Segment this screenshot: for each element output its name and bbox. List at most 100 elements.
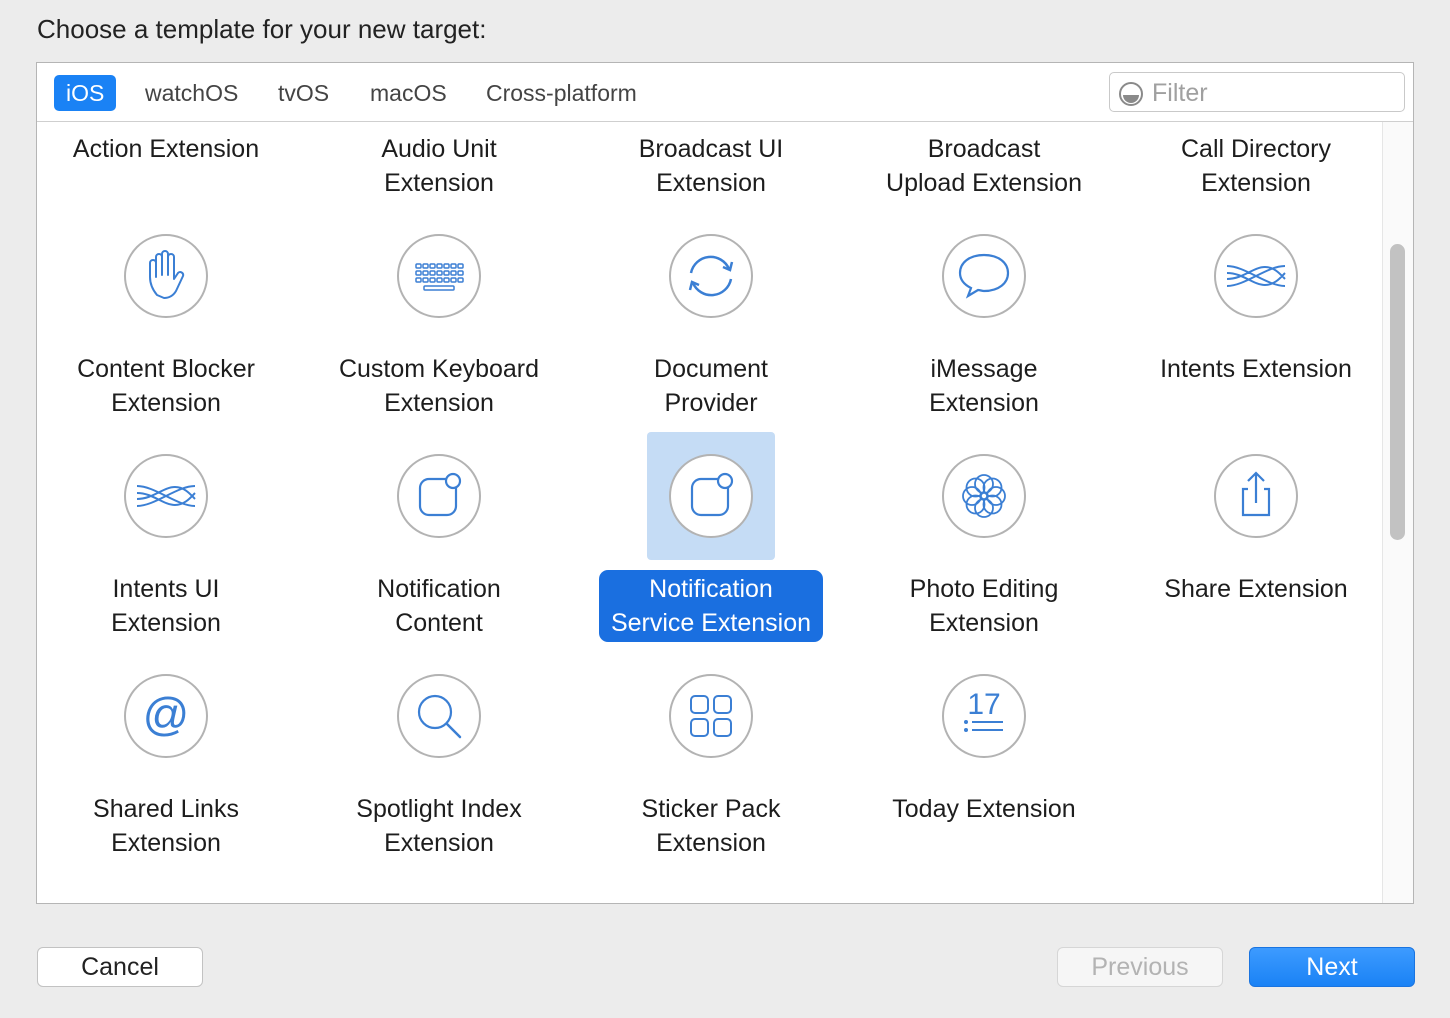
template-label-line-1: Shared Links bbox=[93, 795, 239, 823]
next-button[interactable]: Next bbox=[1249, 947, 1415, 987]
cancel-button[interactable]: Cancel bbox=[37, 947, 203, 987]
intents-wave-icon bbox=[1213, 233, 1299, 319]
tab-macos[interactable]: macOS bbox=[358, 75, 459, 111]
dialog-prompt: Choose a template for your new target: bbox=[37, 14, 487, 44]
template-icon-tile bbox=[1192, 212, 1320, 340]
sync-arrows-icon bbox=[668, 233, 754, 319]
filter-input[interactable] bbox=[1150, 77, 1394, 109]
at-sign-icon: @ bbox=[123, 673, 209, 759]
template-label: Today Extension bbox=[854, 790, 1114, 828]
template-item[interactable]: 17 Today Extension bbox=[854, 652, 1114, 872]
speech-bubble-icon bbox=[941, 233, 1027, 319]
template-label-text: Spotlight Index Extension bbox=[344, 790, 533, 862]
template-item[interactable]: iMessage Extension bbox=[854, 212, 1114, 432]
svg-text:@: @ bbox=[143, 688, 190, 740]
template-item[interactable]: Photo Editing Extension bbox=[854, 432, 1114, 652]
vertical-scrollbar[interactable] bbox=[1382, 122, 1413, 903]
template-label: iMessage Extension bbox=[854, 350, 1114, 422]
tab-ios[interactable]: iOS bbox=[54, 75, 117, 111]
template-item[interactable]: Notification Service Extension bbox=[581, 432, 841, 652]
template-label-line-2: Extension bbox=[111, 389, 221, 417]
template-item[interactable]: Call Directory Extension bbox=[1126, 122, 1383, 212]
template-label-text: Notification Content bbox=[365, 570, 513, 642]
template-label-line-1: Share Extension bbox=[1164, 575, 1348, 603]
tab-watchos[interactable]: watchOS bbox=[133, 75, 250, 111]
template-icon-tile bbox=[1192, 432, 1320, 560]
template-label-text: iMessage Extension bbox=[917, 350, 1051, 422]
template-label: Shared Links Extension bbox=[37, 790, 296, 862]
template-label-line-1: Content Blocker bbox=[77, 355, 255, 383]
template-icon-tile: @ bbox=[102, 652, 230, 780]
magnifier-icon bbox=[396, 673, 482, 759]
template-label-text: Broadcast UI Extension bbox=[627, 130, 796, 202]
template-icon-tile: 17 bbox=[920, 652, 1048, 780]
template-item[interactable]: Document Provider bbox=[581, 212, 841, 432]
template-label-text: Sticker Pack Extension bbox=[630, 790, 793, 862]
template-icon-tile bbox=[375, 212, 503, 340]
template-label-line-1: Audio Unit bbox=[381, 135, 497, 163]
template-label-line-2: Extension bbox=[656, 829, 766, 857]
template-label-line-2: Service Extension bbox=[610, 609, 812, 637]
template-item[interactable]: Custom Keyboard Extension bbox=[309, 212, 569, 432]
template-label-line-2: Extension bbox=[929, 389, 1039, 417]
notification-icon bbox=[668, 453, 754, 539]
template-icon-tile bbox=[647, 212, 775, 340]
template-label: Content Blocker Extension bbox=[37, 350, 296, 422]
template-label-line-1: Notification bbox=[377, 575, 501, 603]
template-label-text: Broadcast Upload Extension bbox=[874, 130, 1094, 202]
template-label-text: Intents Extension bbox=[1148, 350, 1364, 388]
template-label-line-2: Content bbox=[395, 609, 483, 637]
template-icon-tile bbox=[647, 652, 775, 780]
template-label-text: Share Extension bbox=[1152, 570, 1359, 608]
template-label-line-2: Extension bbox=[656, 169, 766, 197]
template-label: Action Extension bbox=[37, 130, 296, 168]
filter-field[interactable] bbox=[1109, 72, 1405, 112]
template-panel: iOS watchOS tvOS macOS Cross-platform Fi… bbox=[36, 62, 1414, 904]
template-icon-tile bbox=[102, 212, 230, 340]
template-grid: Action Extension Audio Unit Extension Br… bbox=[37, 122, 1383, 903]
template-item[interactable]: Spotlight Index Extension bbox=[309, 652, 569, 872]
template-icon-tile bbox=[647, 432, 775, 560]
scrollbar-thumb[interactable] bbox=[1390, 244, 1405, 540]
template-label: Share Extension bbox=[1126, 570, 1383, 608]
template-label-line-1: Broadcast UI bbox=[638, 135, 784, 163]
template-item[interactable]: @ Shared Links Extension bbox=[37, 652, 296, 872]
template-label-line-1: Custom Keyboard bbox=[338, 355, 540, 383]
template-item[interactable]: Share Extension bbox=[1126, 432, 1383, 652]
template-label-text: Photo Editing Extension bbox=[898, 570, 1071, 642]
template-label-line-1: Spotlight Index bbox=[356, 795, 522, 823]
template-item[interactable]: Audio Unit Extension bbox=[309, 122, 569, 212]
template-label-line-1: Document bbox=[654, 355, 768, 383]
template-label: Sticker Pack Extension bbox=[581, 790, 841, 862]
template-label-line-1: Notification bbox=[649, 575, 773, 603]
template-item[interactable]: Broadcast UI Extension bbox=[581, 122, 841, 212]
template-label-line-1: Photo Editing bbox=[909, 575, 1059, 603]
template-label-text: Intents UI Extension bbox=[99, 570, 233, 642]
template-label-line-1: Sticker Pack bbox=[641, 795, 781, 823]
tab-tvos[interactable]: tvOS bbox=[266, 75, 341, 111]
template-item[interactable]: Intents Extension bbox=[1126, 212, 1383, 432]
template-label-line-2: Extension bbox=[384, 829, 494, 857]
notification-icon bbox=[396, 453, 482, 539]
template-item[interactable]: Sticker Pack Extension bbox=[581, 652, 841, 872]
template-item[interactable]: Notification Content bbox=[309, 432, 569, 652]
template-label-line-1: Broadcast bbox=[927, 135, 1041, 163]
template-label-line-2: Extension bbox=[384, 389, 494, 417]
template-label-line-1: Intents Extension bbox=[1160, 355, 1352, 383]
template-label-text: Notification Service Extension bbox=[598, 570, 824, 642]
template-label: Intents UI Extension bbox=[37, 570, 296, 642]
template-label-line-2: Extension bbox=[929, 609, 1039, 637]
template-label: Spotlight Index Extension bbox=[309, 790, 569, 862]
tab-cross-platform[interactable]: Cross-platform bbox=[474, 75, 649, 111]
template-label-text: Content Blocker Extension bbox=[65, 350, 267, 422]
platform-tab-bar: iOS watchOS tvOS macOS Cross-platform bbox=[37, 63, 1413, 122]
hand-icon bbox=[123, 233, 209, 319]
template-item[interactable]: Broadcast Upload Extension bbox=[854, 122, 1114, 212]
today-calendar-icon: 17 bbox=[941, 673, 1027, 759]
template-item[interactable]: Intents UI Extension bbox=[37, 432, 296, 652]
template-label-text: Shared Links Extension bbox=[81, 790, 251, 862]
template-item[interactable]: Action Extension bbox=[37, 122, 296, 212]
template-label-line-2: Upload Extension bbox=[886, 169, 1082, 197]
previous-button[interactable]: Previous bbox=[1057, 947, 1223, 987]
template-item[interactable]: Content Blocker Extension bbox=[37, 212, 296, 432]
